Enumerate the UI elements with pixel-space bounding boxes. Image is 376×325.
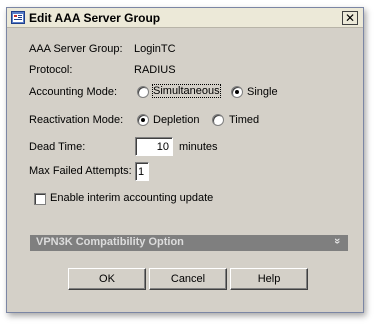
max-failed-attempts-input[interactable]: 1	[135, 162, 149, 181]
cancel-button[interactable]: Cancel	[149, 268, 227, 290]
max-failed-attempts-value: 1	[138, 165, 145, 178]
help-button[interactable]: Help	[230, 268, 308, 290]
double-chevron-down-icon[interactable]: »	[331, 238, 343, 244]
dead-time-value: 10	[156, 140, 169, 153]
close-icon: ✕	[344, 11, 356, 25]
ok-button-label: OK	[99, 273, 115, 285]
accounting-mode-label: Accounting Mode:	[29, 86, 118, 98]
cancel-button-label: Cancel	[170, 273, 206, 285]
vpn3k-compatibility-section[interactable]: VPN3K Compatibility Option »	[30, 235, 348, 251]
vpn3k-compatibility-label: VPN3K Compatibility Option	[36, 236, 184, 248]
interim-update-checkbox[interactable]	[34, 193, 46, 205]
accounting-single-label[interactable]: Single	[247, 86, 278, 98]
server-group-label: AAA Server Group:	[29, 43, 123, 55]
max-failed-attempts-label: Max Failed Attempts:	[29, 165, 132, 177]
title-bar[interactable]: Edit AAA Server Group ✕	[7, 8, 363, 28]
edit-aaa-server-group-dialog: Edit AAA Server Group ✕ AAA Server Group…	[6, 7, 364, 313]
dead-time-input[interactable]: 10	[135, 137, 173, 156]
window-title: Edit AAA Server Group	[29, 11, 161, 25]
interim-update-label[interactable]: Enable interim accounting update	[50, 192, 213, 204]
dead-time-unit: minutes	[179, 141, 218, 153]
protocol-label: Protocol:	[29, 64, 73, 76]
app-window-icon	[11, 11, 25, 24]
reactivation-mode-label: Reactivation Mode:	[29, 114, 124, 126]
reactivation-timed-radio[interactable]	[212, 114, 224, 126]
reactivation-timed-label[interactable]: Timed	[229, 114, 259, 126]
ok-button[interactable]: OK	[68, 268, 146, 290]
protocol-value: RADIUS	[134, 64, 176, 76]
server-group-value: LoginTC	[134, 43, 176, 55]
dead-time-label: Dead Time:	[29, 141, 86, 153]
accounting-simultaneous-radio[interactable]	[137, 86, 149, 98]
help-button-label: Help	[257, 273, 281, 285]
reactivation-depletion-label[interactable]: Depletion	[153, 114, 199, 126]
reactivation-depletion-radio[interactable]	[137, 114, 149, 126]
accounting-single-radio[interactable]	[231, 86, 243, 98]
close-button[interactable]: ✕	[342, 11, 358, 25]
accounting-simultaneous-label[interactable]: Simultaneous	[152, 84, 221, 98]
